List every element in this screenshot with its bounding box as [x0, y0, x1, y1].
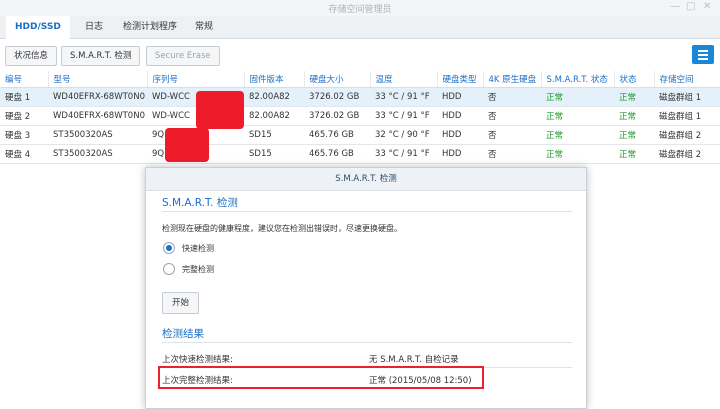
col-header[interactable]: 编号: [0, 71, 49, 88]
window-title: 存储空间管理员: [328, 5, 392, 15]
status-info-button[interactable]: 状况信息: [5, 46, 58, 66]
table-row[interactable]: 硬盘 1 WD40EFRX-68WT0N0 WD-WCC 82.00A82 37…: [0, 87, 720, 107]
cell: 正常: [614, 87, 654, 107]
cell: SD15: [244, 125, 304, 145]
cell: 465.76 GB: [304, 144, 370, 164]
start-button[interactable]: 开始: [162, 292, 200, 314]
divider: [162, 342, 572, 343]
tab-test-schedule[interactable]: 检测计划程序: [114, 16, 186, 38]
col-header[interactable]: 存储空间: [654, 71, 720, 88]
cell: 正常: [614, 106, 654, 126]
cell: HDD: [437, 144, 483, 164]
cell: 正常: [541, 87, 614, 107]
col-header[interactable]: 4K 原生硬盘: [483, 71, 542, 88]
cell: WD40EFRX-68WT0N0: [48, 106, 147, 126]
full-test-label[interactable]: 完整检测: [182, 264, 214, 275]
tab-general[interactable]: 常规: [186, 16, 222, 38]
cell: 硬盘 3: [0, 125, 48, 145]
divider: [162, 211, 572, 212]
cell: 正常: [614, 144, 654, 164]
cell: 否: [483, 87, 541, 107]
maximize-icon[interactable]: □: [686, 1, 695, 12]
col-header[interactable]: 硬盘大小: [304, 71, 371, 88]
cell: 82.00A82: [244, 87, 304, 107]
cell: 正常: [541, 106, 614, 126]
cell: 82.00A82: [244, 106, 304, 126]
cell: 33 °C / 91 °F: [370, 87, 437, 107]
table-row[interactable]: 硬盘 2 WD40EFRX-68WT0N0 WD-WCC 82.00A82 37…: [0, 106, 720, 126]
cell: 33 °C / 91 °F: [370, 106, 437, 126]
cell: 正常: [614, 125, 654, 145]
dialog-title: S.M.A.R.T. 检测: [146, 168, 586, 191]
cell: 32 °C / 90 °F: [370, 125, 437, 145]
cell: HDD: [437, 87, 483, 107]
secure-erase-button[interactable]: Secure Erase: [146, 46, 220, 66]
cell: 磁盘群组 2: [654, 144, 720, 164]
cell: 否: [483, 144, 541, 164]
minimize-icon[interactable]: —: [670, 1, 680, 12]
cell: 正常: [541, 144, 614, 164]
table-row[interactable]: 硬盘 3 ST3500320AS 9Q SD15 465.76 GB 32 °C…: [0, 125, 720, 145]
cell: 465.76 GB: [304, 125, 370, 145]
cell: 硬盘 4: [0, 144, 48, 164]
quick-test-label[interactable]: 快速检测: [182, 243, 214, 254]
col-header[interactable]: 温度: [370, 71, 438, 88]
col-header[interactable]: 固件版本: [244, 71, 305, 88]
cell: HDD: [437, 106, 483, 126]
cell: 磁盘群组 1: [654, 87, 720, 107]
table-row[interactable]: 硬盘 4 ST3500320AS 9Q SD15 465.76 GB 33 °C…: [0, 144, 720, 164]
cell: 否: [483, 125, 541, 145]
cell: WD40EFRX-68WT0N0: [48, 87, 147, 107]
cell: 否: [483, 106, 541, 126]
smart-test-button[interactable]: S.M.A.R.T. 检测: [61, 46, 141, 66]
cell: 3726.02 GB: [304, 87, 370, 107]
cell: 磁盘群组 2: [654, 125, 720, 145]
smart-description: 检测现在硬盘的健康程度，建议您在检测出错误时，尽速更换硬盘。: [162, 224, 402, 233]
cell: 磁盘群组 1: [654, 106, 720, 126]
col-header[interactable]: 状态: [614, 71, 655, 88]
last-quick-label: 上次快速检测结果:: [162, 355, 233, 365]
full-test-radio[interactable]: [163, 263, 175, 275]
disk-table: 编号 型号 序列号 固件版本 硬盘大小 温度 硬盘类型 4K 原生硬盘 S.M.…: [0, 71, 720, 164]
title-bar: 存储空间管理员 — □ ✕: [0, 0, 720, 16]
serial-redaction: [165, 128, 209, 162]
last-quick-value: 无 S.M.A.R.T. 自检记录: [369, 355, 459, 365]
serial-redaction: [196, 91, 244, 129]
section-results-title: 检测结果: [162, 328, 204, 340]
cell: SD15: [244, 144, 304, 164]
cell: HDD: [437, 125, 483, 145]
cell: ST3500320AS: [48, 125, 147, 145]
col-header[interactable]: 硬盘类型: [437, 71, 484, 88]
col-header[interactable]: 型号: [48, 71, 148, 88]
table-header: 编号 型号 序列号 固件版本 硬盘大小 温度 硬盘类型 4K 原生硬盘 S.M.…: [0, 71, 720, 88]
cell: 硬盘 1: [0, 87, 48, 107]
close-icon[interactable]: ✕: [703, 1, 711, 12]
smart-test-dialog: S.M.A.R.T. 检测 S.M.A.R.T. 检测 检测现在硬盘的健康程度，…: [145, 167, 587, 409]
highlight-box: [158, 366, 484, 389]
hamburger-menu-icon[interactable]: [692, 45, 714, 64]
col-header[interactable]: 序列号: [147, 71, 245, 88]
quick-test-radio[interactable]: [163, 242, 175, 254]
cell: 3726.02 GB: [304, 106, 370, 126]
tab-log[interactable]: 日志: [76, 16, 112, 38]
cell: 硬盘 2: [0, 106, 48, 126]
cell: 33 °C / 91 °F: [370, 144, 437, 164]
cell: ST3500320AS: [48, 144, 147, 164]
cell: 正常: [541, 125, 614, 145]
col-header[interactable]: S.M.A.R.T. 状态: [541, 71, 615, 88]
section-smart-title: S.M.A.R.T. 检测: [162, 197, 238, 209]
tab-hdd-ssd[interactable]: HDD/SSD: [6, 16, 70, 40]
